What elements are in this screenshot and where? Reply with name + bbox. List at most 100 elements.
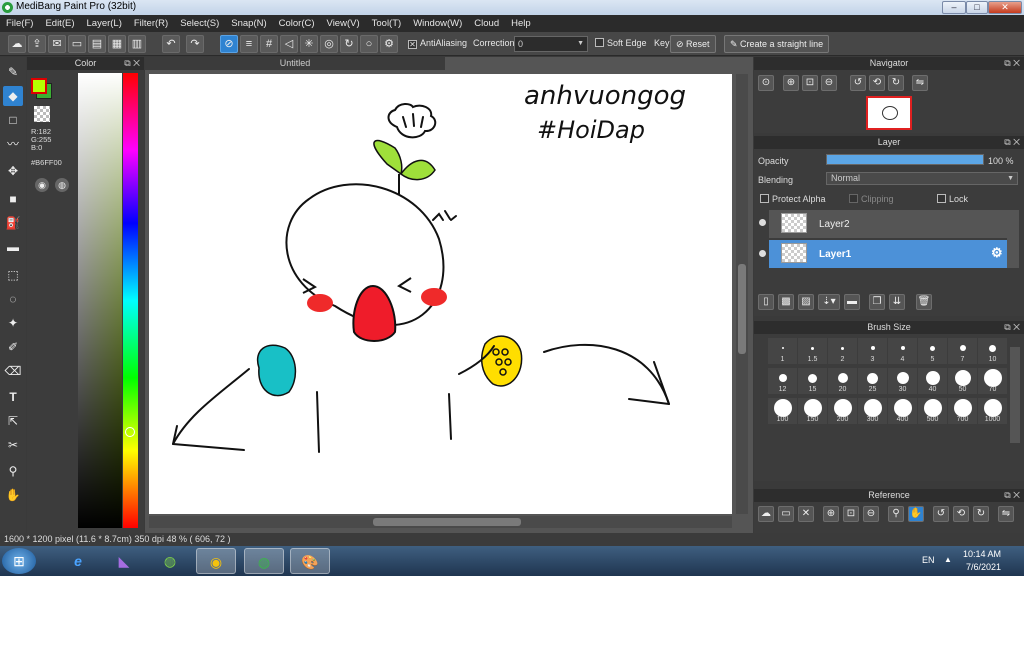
eraser-tool-icon[interactable]: ◆ [3,86,23,106]
clipping-checkbox[interactable]: Clipping [849,194,894,204]
menu-item[interactable]: Help [511,18,531,29]
fill-rect-tool-icon[interactable]: ■ [3,189,23,209]
brush-size-option[interactable]: 1.5 [798,338,827,364]
document-tab[interactable]: Untitled [145,57,445,70]
new-layer-icon[interactable]: ▯ [758,294,774,310]
panel-close-icon[interactable]: ⧉ ✕ [1004,57,1020,70]
lasso-tool-icon[interactable]: ◌ [3,289,23,309]
upload-icon[interactable]: ⇪ [28,35,46,53]
comment-icon[interactable]: ▭ [68,35,86,53]
divide-tool-icon[interactable]: ✂ [3,435,23,455]
vertical-scroll-thumb[interactable] [738,264,746,354]
duplicate-layer-icon[interactable]: ❐ [869,294,885,310]
vertical-scrollbar[interactable] [736,74,748,514]
curve-snap-icon[interactable]: ↻ [340,35,358,53]
color-wheel-icon[interactable]: ◉ [35,178,49,192]
menu-item[interactable]: Filter(R) [134,18,168,29]
rotate-left-icon[interactable]: ↺ [850,75,866,91]
blur-tool-icon[interactable]: 〰 [3,134,23,154]
navigator-preview[interactable] [866,96,912,130]
menu-item[interactable]: Edit(E) [45,18,74,29]
brush-size-option[interactable]: 40 [918,368,947,394]
brush-size-option[interactable]: 2 [828,338,857,364]
hand-icon[interactable]: ✋ [908,506,924,522]
hue-handle[interactable] [125,427,135,437]
antialiasing-checkbox[interactable]: ✕ AntiAliasing [408,38,467,49]
soft-edge-checkbox[interactable]: Soft Edge [595,38,647,48]
brush-size-option[interactable]: 150 [798,398,827,424]
fit-window-icon[interactable]: ⊡ [802,75,818,91]
new-halftone-layer-icon[interactable]: ▩ [778,294,794,310]
concentric-snap-icon[interactable]: ◎ [320,35,338,53]
flip-icon[interactable]: ⇋ [998,506,1014,522]
tray-chevron-icon[interactable]: ▲ [944,555,952,564]
brush-size-option[interactable]: 1000 [978,398,1007,424]
magic-wand-tool-icon[interactable]: ✦ [3,313,23,333]
transparent-swatch[interactable] [34,106,50,122]
brush-size-option[interactable]: 700 [948,398,977,424]
rotate-left-icon[interactable]: ↺ [933,506,949,522]
panel-close-icon[interactable]: ⧉ ✕ [1004,489,1020,502]
fit-window-icon[interactable]: ⊡ [843,506,859,522]
redo-icon[interactable]: ↷ [186,35,204,53]
snap-off-icon[interactable]: ⊘ [220,35,238,53]
medibang-taskbar-icon[interactable]: ◍ [244,548,284,574]
parallel-snap-icon[interactable]: ≡ [240,35,258,53]
visibility-eye-icon[interactable] [759,250,766,257]
zoom-out-icon[interactable]: ⊖ [821,75,837,91]
move-tool-icon[interactable]: ✥ [3,161,23,181]
chat-icon[interactable]: ✉ [48,35,66,53]
hue-slider[interactable] [123,73,138,528]
text-tool-icon[interactable]: T [3,387,23,407]
menu-item[interactable]: Color(C) [279,18,315,29]
trash-icon[interactable]: 🗑 [916,294,932,310]
menu-item[interactable]: Layer(L) [87,18,122,29]
dot-tool-icon[interactable]: □ [3,110,23,130]
select-tool-icon[interactable]: ⬚ [3,265,23,285]
select-eraser-tool-icon[interactable]: ⌫ [3,361,23,381]
circle-snap-icon[interactable]: ○ [360,35,378,53]
new-8bit-layer-icon[interactable]: ▨ [798,294,814,310]
clock-date[interactable]: 7/6/2021 [966,562,1001,572]
brush-size-option[interactable]: 500 [918,398,947,424]
folder-icon[interactable]: ▬ [844,294,860,310]
snap-settings-icon[interactable]: ⚙ [380,35,398,53]
reset-rotation-icon[interactable]: ⟲ [953,506,969,522]
brush-size-option[interactable]: 300 [858,398,887,424]
internet-explorer-icon[interactable]: e [58,548,98,574]
brush-size-option[interactable]: 30 [888,368,917,394]
clock-time[interactable]: 10:14 AM [963,549,1001,559]
rotate-right-icon[interactable]: ↻ [888,75,904,91]
minimize-button[interactable]: – [942,1,966,14]
cross-snap-icon[interactable]: # [260,35,278,53]
paint-taskbar-icon[interactable]: 🎨 [290,548,330,574]
zoom-in-icon[interactable]: ⊕ [823,506,839,522]
zoom-fit-icon[interactable]: ⊙ [758,75,774,91]
undo-icon[interactable]: ↶ [162,35,180,53]
radial-snap-icon[interactable]: ✳ [300,35,318,53]
flip-icon[interactable]: ⇋ [912,75,928,91]
cloud-icon[interactable]: ☁ [8,35,26,53]
menu-item[interactable]: Select(S) [180,18,219,29]
protect-alpha-checkbox[interactable]: Protect Alpha [760,194,826,204]
eyedropper-tool-icon[interactable]: ⚲ [3,461,23,481]
blending-select[interactable]: Normal ▼ [826,172,1018,185]
vanishing-point-icon[interactable]: ◁ [280,35,298,53]
brush-size-option[interactable]: 1 [768,338,797,364]
brush-size-option[interactable]: 7 [948,338,977,364]
open-file-icon[interactable]: ▭ [778,506,794,522]
panel-close-icon[interactable]: ⧉ ✕ [1004,136,1020,149]
brush-size-option[interactable]: 200 [828,398,857,424]
layer-row-selected[interactable]: Layer1 ⚙ [759,240,1007,268]
menu-item[interactable]: Window(W) [413,18,462,29]
menu-item[interactable]: Tool(T) [372,18,402,29]
layer-scrollbar[interactable] [1007,210,1019,268]
primary-color-swatch[interactable] [31,78,47,94]
bucket-tool-icon[interactable]: ⛽ [3,213,23,233]
saturation-brightness-picker[interactable] [78,73,122,528]
horizontal-scroll-thumb[interactable] [373,518,521,526]
menu-item[interactable]: File(F) [6,18,33,29]
reset-button[interactable]: ⊘ Reset [670,35,716,53]
brush-size-option[interactable]: 70 [978,368,1007,394]
brush-size-option[interactable]: 15 [798,368,827,394]
